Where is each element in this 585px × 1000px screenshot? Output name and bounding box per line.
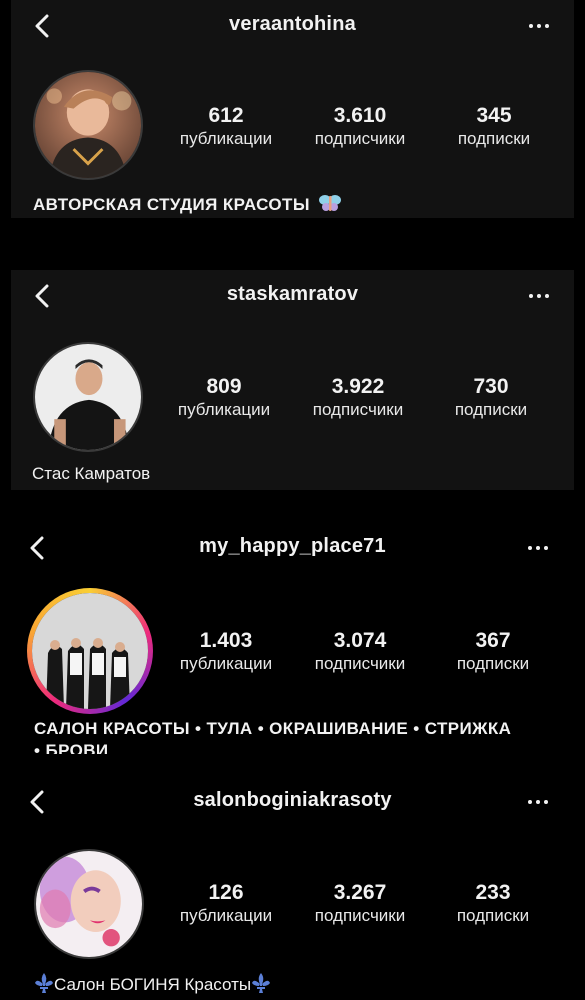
dot-icon bbox=[545, 294, 549, 298]
more-options-button[interactable] bbox=[525, 794, 551, 810]
profile-bio: Салон БОГИНЯ Красоты bbox=[34, 972, 271, 995]
dot-icon bbox=[537, 24, 541, 28]
followers-label: подписчики bbox=[314, 654, 406, 673]
avatar-photo bbox=[35, 72, 141, 178]
story-ring[interactable] bbox=[27, 588, 153, 714]
dot-icon bbox=[529, 294, 533, 298]
username-title: staskamratov bbox=[226, 283, 359, 305]
followers-stat[interactable]: 3.922 подписчики bbox=[298, 375, 418, 421]
posts-stat[interactable]: 809 публикации bbox=[164, 375, 284, 421]
following-label: подписки bbox=[457, 129, 531, 148]
dot-icon bbox=[528, 546, 532, 550]
dot-icon bbox=[537, 294, 541, 298]
profile-header: staskamratov bbox=[11, 270, 574, 322]
following-stat[interactable]: 233 подписки bbox=[433, 881, 553, 927]
more-options-button[interactable] bbox=[525, 540, 551, 556]
following-count: 367 bbox=[475, 629, 511, 652]
username-title: my_happy_place71 bbox=[199, 535, 386, 557]
profile-card-veraantohina: veraantohina 612 публикации 3.610 подписчи… bbox=[11, 0, 574, 218]
dot-icon bbox=[536, 546, 540, 550]
followers-stat[interactable]: 3.610 подписчики bbox=[300, 104, 420, 150]
following-label: подписки bbox=[456, 906, 530, 925]
followers-count: 3.610 bbox=[333, 104, 387, 127]
following-stat[interactable]: 345 подписки bbox=[434, 104, 554, 150]
posts-count: 809 bbox=[206, 375, 242, 398]
following-count: 233 bbox=[475, 881, 511, 904]
followers-label: подписчики bbox=[312, 400, 404, 419]
following-count: 730 bbox=[473, 375, 509, 398]
posts-label: публикации bbox=[179, 654, 273, 673]
avatar-photo bbox=[32, 593, 148, 709]
followers-count: 3.922 bbox=[331, 375, 385, 398]
following-label: подписки bbox=[454, 400, 528, 419]
dot-icon bbox=[544, 800, 548, 804]
posts-label: публикации bbox=[177, 400, 271, 419]
username-title: veraantohina bbox=[229, 13, 356, 35]
posts-stat[interactable]: 1.403 публикации bbox=[166, 629, 286, 675]
profile-card-my_happy_place71: my_happy_place71 1.403 публикации 3.074 … bbox=[0, 522, 585, 754]
posts-label: публикации bbox=[179, 906, 273, 925]
followers-label: подписчики bbox=[314, 129, 406, 148]
dot-icon bbox=[529, 24, 533, 28]
posts-stat[interactable]: 612 публикации bbox=[166, 104, 286, 150]
profile-card-salonboginiakrasoty: salonboginiakrasoty 126 публикации 3.267 п… bbox=[0, 776, 585, 1000]
following-count: 345 bbox=[476, 104, 512, 127]
following-stat[interactable]: 730 подписки bbox=[431, 375, 551, 421]
profile-header: my_happy_place71 bbox=[0, 522, 585, 574]
dot-icon bbox=[544, 546, 548, 550]
avatar-photo bbox=[36, 851, 142, 957]
avatar[interactable] bbox=[33, 70, 143, 180]
avatar[interactable] bbox=[34, 849, 144, 959]
dot-icon bbox=[528, 800, 532, 804]
profile-bio: АВТОРСКАЯ СТУДИЯ КРАСОТЫ bbox=[33, 193, 342, 215]
dot-icon bbox=[545, 24, 549, 28]
bio-text: Салон БОГИНЯ Красоты bbox=[54, 975, 252, 994]
followers-count: 3.267 bbox=[333, 881, 387, 904]
profile-header: salonboginiakrasoty bbox=[0, 776, 585, 828]
more-options-button[interactable] bbox=[526, 288, 552, 304]
profile-bio: САЛОН КРАСОТЫ • ТУЛА • ОКРАШИВАНИЕ • СТР… bbox=[34, 719, 512, 738]
posts-count: 126 bbox=[208, 881, 244, 904]
avatar bbox=[32, 593, 148, 709]
following-label: подписки bbox=[456, 654, 530, 673]
followers-label: подписчики bbox=[314, 906, 406, 925]
profile-bio-overflow: • БРОВИ bbox=[34, 741, 109, 754]
posts-stat[interactable]: 126 публикации bbox=[166, 881, 286, 927]
fleur-de-lis-icon bbox=[252, 973, 271, 993]
posts-label: публикации bbox=[179, 129, 273, 148]
fleur-de-lis-icon bbox=[35, 973, 53, 993]
avatar[interactable] bbox=[33, 342, 143, 452]
following-stat[interactable]: 367 подписки bbox=[433, 629, 553, 675]
bio-text: АВТОРСКАЯ СТУДИЯ КРАСОТЫ bbox=[33, 195, 310, 214]
posts-count: 1.403 bbox=[199, 629, 253, 652]
username-title: salonboginiakrasoty bbox=[193, 789, 392, 811]
profile-card-staskamratov: staskamratov 809 публикации 3.922 подписчи… bbox=[11, 270, 574, 490]
followers-count: 3.074 bbox=[333, 629, 387, 652]
fairy-icon bbox=[319, 195, 342, 211]
dot-icon bbox=[536, 800, 540, 804]
profile-bio: Стас Камратов bbox=[32, 464, 151, 483]
followers-stat[interactable]: 3.074 подписчики bbox=[300, 629, 420, 675]
posts-count: 612 bbox=[208, 104, 244, 127]
avatar-photo bbox=[35, 344, 141, 450]
followers-stat[interactable]: 3.267 подписчики bbox=[300, 881, 420, 927]
profile-header: veraantohina bbox=[11, 0, 574, 52]
more-options-button[interactable] bbox=[526, 18, 552, 34]
